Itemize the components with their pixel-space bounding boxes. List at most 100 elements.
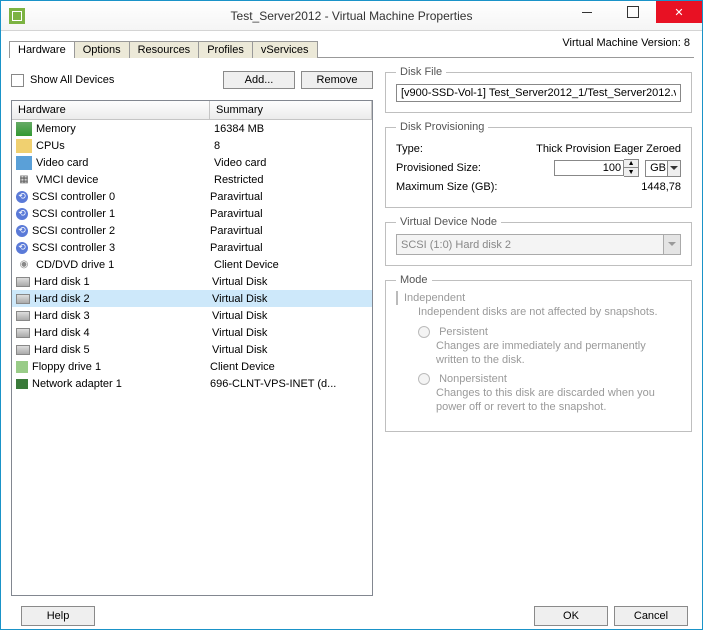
add-button[interactable]: Add... [223, 71, 295, 89]
close-button[interactable] [656, 1, 702, 23]
hardware-name: Floppy drive 1 [32, 361, 210, 373]
cancel-button[interactable]: Cancel [614, 606, 688, 626]
persistent-label: Persistent [439, 326, 488, 338]
hardware-row[interactable]: SCSI controller 3Paravirtual [12, 239, 372, 256]
provisioned-size-unit-value: GB [650, 162, 666, 174]
hardware-row[interactable]: Network adapter 1696-CLNT-VPS-INET (d... [12, 375, 372, 392]
hardware-row[interactable]: Floppy drive 1Client Device [12, 358, 372, 375]
hardware-name: SCSI controller 3 [32, 242, 210, 254]
scsi-icon [16, 208, 28, 220]
hardware-name: Hard disk 4 [34, 327, 212, 339]
hardware-row[interactable]: SCSI controller 1Paravirtual [12, 205, 372, 222]
hardware-name: CD/DVD drive 1 [36, 259, 214, 271]
hardware-row[interactable]: Memory16384 MB [12, 120, 372, 137]
hardware-row[interactable]: SCSI controller 0Paravirtual [12, 188, 372, 205]
virtual-device-node-group: Virtual Device Node SCSI (1:0) Hard disk… [385, 216, 692, 266]
minimize-button[interactable] [564, 1, 610, 23]
hardware-summary: 8 [214, 140, 368, 152]
disk-file-group: Disk File [385, 66, 692, 113]
tab-resources[interactable]: Resources [129, 41, 200, 58]
tab-profiles[interactable]: Profiles [198, 41, 253, 58]
maximize-button[interactable] [610, 1, 656, 23]
independent-desc: Independent disks are not affected by sn… [418, 306, 681, 320]
col-hardware[interactable]: Hardware [12, 101, 210, 119]
hardware-summary: Virtual Disk [212, 344, 368, 356]
mem-icon [16, 122, 32, 136]
disk-file-legend: Disk File [396, 66, 446, 78]
hardware-name: Video card [36, 157, 214, 169]
hardware-name: Hard disk 1 [34, 276, 212, 288]
hdd-icon [16, 328, 30, 338]
hardware-row[interactable]: VMCI deviceRestricted [12, 171, 372, 188]
type-value: Thick Provision Eager Zeroed [506, 143, 681, 155]
hardware-row[interactable]: CD/DVD drive 1Client Device [12, 256, 372, 273]
tab-options[interactable]: Options [74, 41, 130, 58]
hardware-name: SCSI controller 1 [32, 208, 210, 220]
col-summary[interactable]: Summary [210, 101, 372, 119]
virtual-device-node-legend: Virtual Device Node [396, 216, 501, 228]
tab-vservices[interactable]: vServices [252, 41, 318, 58]
nonpersistent-radio [418, 373, 430, 385]
hardware-name: Hard disk 5 [34, 344, 212, 356]
help-button[interactable]: Help [21, 606, 95, 626]
tab-bar: Hardware Options Resources Profiles vSer… [1, 31, 702, 57]
hardware-name: SCSI controller 2 [32, 225, 210, 237]
max-size-label: Maximum Size (GB): [396, 181, 536, 193]
hardware-summary: Paravirtual [210, 208, 368, 220]
provisioned-size-unit-select[interactable]: GB [645, 160, 681, 177]
tab-hardware[interactable]: Hardware [9, 41, 75, 58]
cpu-icon [16, 139, 32, 153]
hardware-name: Hard disk 2 [34, 293, 212, 305]
provisioned-size-spinner[interactable]: ▲▼ [624, 159, 639, 177]
hdd-icon [16, 277, 30, 287]
hardware-name: Network adapter 1 [32, 378, 210, 390]
hardware-summary: Virtual Disk [212, 293, 368, 305]
hardware-name: SCSI controller 0 [32, 191, 210, 203]
hardware-row[interactable]: Video cardVideo card [12, 154, 372, 171]
hardware-name: Memory [36, 123, 214, 135]
virtual-device-node-select: SCSI (1:0) Hard disk 2 [396, 234, 681, 255]
hardware-summary: Restricted [214, 174, 368, 186]
hardware-summary: Paravirtual [210, 242, 368, 254]
virtual-device-node-value: SCSI (1:0) Hard disk 2 [401, 239, 511, 251]
hardware-name: VMCI device [36, 174, 214, 186]
title-bar: Test_Server2012 - Virtual Machine Proper… [1, 1, 702, 31]
independent-label: Independent [404, 292, 465, 304]
vm-version-label: Virtual Machine Version: 8 [562, 37, 690, 49]
remove-button[interactable]: Remove [301, 71, 373, 89]
hardware-row[interactable]: Hard disk 1Virtual Disk [12, 273, 372, 290]
hardware-row[interactable]: SCSI controller 2Paravirtual [12, 222, 372, 239]
provisioned-size-input[interactable] [554, 160, 624, 176]
hardware-summary: Virtual Disk [212, 276, 368, 288]
ok-button[interactable]: OK [534, 606, 608, 626]
disk-provisioning-legend: Disk Provisioning [396, 121, 488, 133]
chevron-down-icon [667, 161, 680, 176]
nonpersistent-label: Nonpersistent [439, 373, 507, 385]
hardware-summary: 696-CLNT-VPS-INET (d... [210, 378, 368, 390]
cd-icon [16, 258, 32, 272]
hardware-summary: Client Device [210, 361, 368, 373]
hardware-row[interactable]: CPUs8 [12, 137, 372, 154]
disk-file-input[interactable] [396, 84, 681, 102]
scsi-icon [16, 191, 28, 203]
disk-provisioning-group: Disk Provisioning Type: Thick Provision … [385, 121, 692, 208]
scsi-icon [16, 242, 28, 254]
show-all-devices-checkbox[interactable] [11, 74, 24, 87]
hardware-summary: Virtual Disk [212, 327, 368, 339]
mode-group: Mode Independent Independent disks are n… [385, 274, 692, 432]
hardware-row[interactable]: Hard disk 3Virtual Disk [12, 307, 372, 324]
hardware-row[interactable]: Hard disk 5Virtual Disk [12, 341, 372, 358]
type-label: Type: [396, 143, 506, 155]
hdd-icon [16, 345, 30, 355]
nonpersistent-desc: Changes to this disk are discarded when … [436, 387, 681, 415]
persistent-desc: Changes are immediately and permanently … [436, 340, 681, 368]
vid-icon [16, 156, 32, 170]
provisioned-size-label: Provisioned Size: [396, 162, 506, 174]
mode-legend: Mode [396, 274, 432, 286]
hardware-list[interactable]: Hardware Summary Memory16384 MBCPUs8Vide… [11, 100, 373, 596]
hardware-row[interactable]: Hard disk 2Virtual Disk [12, 290, 372, 307]
fdd-icon [16, 361, 28, 373]
hardware-row[interactable]: Hard disk 4Virtual Disk [12, 324, 372, 341]
hardware-name: CPUs [36, 140, 214, 152]
hardware-summary: Virtual Disk [212, 310, 368, 322]
